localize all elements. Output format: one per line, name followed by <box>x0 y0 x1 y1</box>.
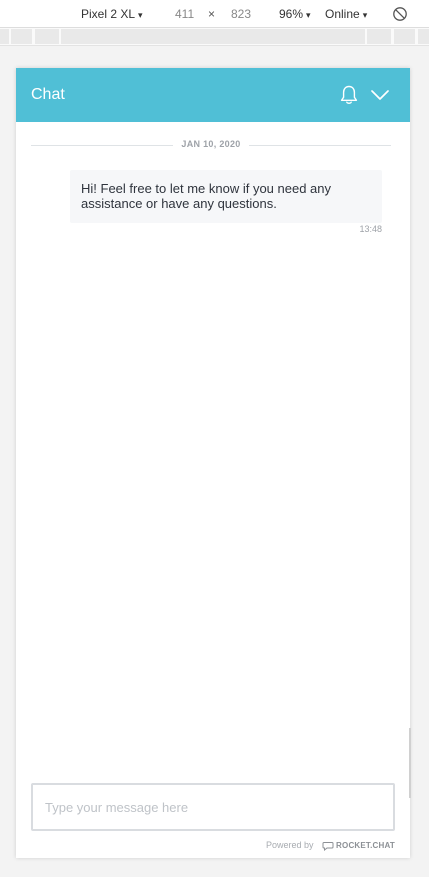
powered-by-label: Powered by <box>266 840 314 850</box>
ruler-segment[interactable] <box>61 29 365 44</box>
message-bubble: Hi! Feel free to let me know if you need… <box>70 170 382 223</box>
message-composer[interactable] <box>31 783 395 831</box>
media-query-ruler[interactable] <box>0 28 429 46</box>
height-input[interactable]: 823 <box>231 7 251 21</box>
message-input[interactable] <box>33 785 393 829</box>
brand-wordmark: ROCKET.CHAT <box>336 840 395 850</box>
chat-header[interactable]: Chat <box>16 68 410 122</box>
chevron-down-icon: ▾ <box>362 10 368 20</box>
device-toolbar: Pixel 2 XL ▾ 411 × 823 96% ▾ Online ▾ <box>0 0 429 28</box>
network-select[interactable]: Online ▾ <box>325 7 367 22</box>
minimize-chevron-icon[interactable] <box>369 85 391 105</box>
chat-title: Chat <box>31 86 65 103</box>
ruler-segment[interactable] <box>0 29 9 44</box>
ruler-segment[interactable] <box>11 29 32 44</box>
powered-by[interactable]: Powered by ROCKET.CHAT <box>266 839 395 852</box>
rotate-icon[interactable] <box>392 6 408 22</box>
rocketchat-logo-icon <box>322 841 334 851</box>
chevron-down-icon: ▾ <box>306 10 311 20</box>
date-separator: JAN 10, 2020 <box>31 138 391 152</box>
livechat-widget: Chat JAN 10, 2020 Hi! Feel free to let m… <box>16 68 411 858</box>
divider <box>249 145 391 146</box>
width-input[interactable]: 411 <box>175 7 194 21</box>
zoom-value: 96% <box>279 7 304 21</box>
ruler-segment[interactable] <box>35 29 59 44</box>
message-timestamp: 13:48 <box>359 224 382 234</box>
network-value: Online <box>325 7 360 21</box>
ruler-segment[interactable] <box>394 29 415 44</box>
date-label: JAN 10, 2020 <box>181 139 241 149</box>
chevron-down-icon: ▾ <box>138 10 143 20</box>
dimension-separator: × <box>208 7 216 21</box>
scrollbar[interactable] <box>409 728 411 798</box>
ruler-segment[interactable] <box>367 29 391 44</box>
zoom-select[interactable]: 96% ▾ <box>279 7 311 22</box>
device-select[interactable]: Pixel 2 XL ▾ <box>81 7 143 22</box>
divider <box>31 145 173 146</box>
bell-icon[interactable] <box>339 84 359 106</box>
device-name: Pixel 2 XL <box>81 7 136 21</box>
ruler-segment[interactable] <box>418 29 429 44</box>
